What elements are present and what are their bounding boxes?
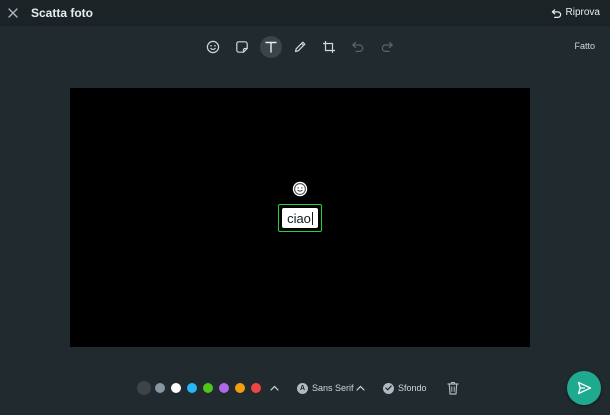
undo-icon (352, 41, 364, 52)
header-bar: Scatta foto Riprova (0, 0, 610, 26)
photo-editor: Scatta foto Riprova Fatto ciao A Sans Se… (0, 0, 610, 415)
color-swatch-gray[interactable] (155, 383, 165, 393)
delete-button[interactable] (446, 380, 460, 396)
color-swatch-white[interactable] (171, 383, 181, 393)
font-selector[interactable]: A Sans Serif (297, 381, 354, 395)
retry-label: Riprova (565, 7, 600, 18)
retry-icon (551, 8, 561, 18)
send-icon (577, 381, 591, 395)
text-tool-button[interactable] (260, 36, 282, 58)
editing-toolbar: Fatto (0, 33, 610, 61)
redo-tool-button[interactable] (376, 36, 398, 58)
color-swatch-red[interactable] (251, 383, 261, 393)
send-button[interactable] (567, 371, 601, 405)
font-expand-button[interactable] (354, 382, 366, 394)
close-button[interactable] (4, 4, 22, 22)
color-swatch-green[interactable] (203, 383, 213, 393)
redo-icon (381, 41, 393, 52)
color-expand-button[interactable] (268, 382, 280, 394)
smiley-icon (206, 40, 220, 54)
check-icon (383, 382, 394, 394)
text-caret (311, 211, 313, 225)
font-badge-icon: A (297, 382, 308, 394)
text-overlay[interactable]: ciao (282, 208, 318, 228)
text-selection-box[interactable]: ciao (278, 204, 322, 232)
trash-icon (447, 381, 459, 395)
color-swatch-orange[interactable] (235, 383, 245, 393)
text-t-icon (265, 41, 277, 53)
retry-button[interactable]: Riprova (551, 5, 600, 21)
done-button[interactable]: Fatto (574, 41, 595, 52)
background-label: Sfondo (398, 382, 427, 393)
photo-canvas[interactable]: ciao (70, 88, 530, 347)
chevron-up-icon (269, 385, 279, 391)
background-toggle[interactable]: Sfondo (383, 381, 427, 395)
emoji-tool-button[interactable] (202, 36, 224, 58)
close-icon (8, 8, 18, 18)
sticker-icon (236, 41, 248, 53)
text-overlay-value: ciao (287, 210, 311, 226)
crop-icon (323, 41, 335, 53)
color-swatch-purple[interactable] (219, 383, 229, 393)
smiley-icon (292, 181, 308, 197)
color-swatch-dark[interactable] (137, 381, 151, 395)
sticker-tool-button[interactable] (231, 36, 253, 58)
color-swatch-blue[interactable] (187, 383, 197, 393)
undo-tool-button[interactable] (347, 36, 369, 58)
page-title: Scatta foto (31, 6, 94, 20)
pencil-icon (294, 41, 306, 53)
crop-tool-button[interactable] (318, 36, 340, 58)
text-options-bar: A Sans Serif Sfondo (0, 376, 610, 400)
text-emoji-handle[interactable] (292, 181, 308, 197)
font-label: Sans Serif (312, 382, 354, 393)
chevron-up-icon (355, 385, 365, 391)
draw-tool-button[interactable] (289, 36, 311, 58)
